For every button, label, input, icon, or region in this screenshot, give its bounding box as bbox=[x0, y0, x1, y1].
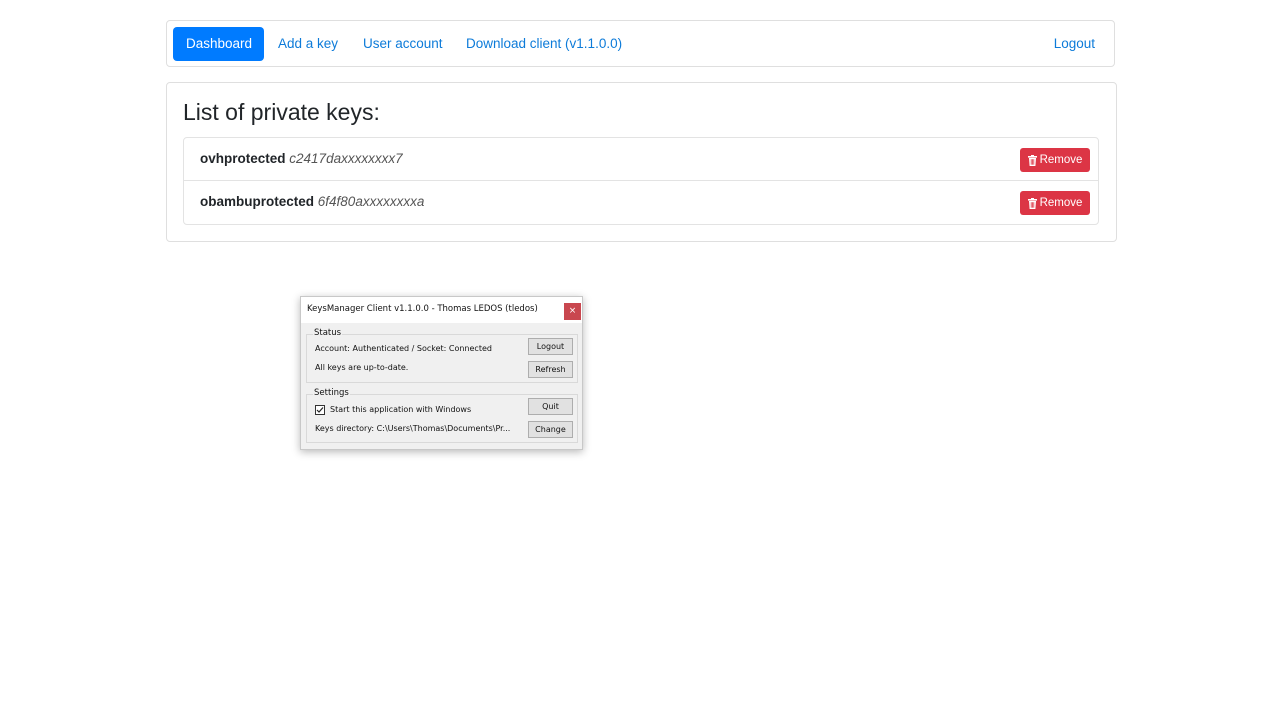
client-window: KeysManager Client v1.1.0.0 - Thomas LED… bbox=[300, 296, 583, 450]
startup-checkbox[interactable] bbox=[315, 405, 325, 415]
trash-icon bbox=[1027, 154, 1037, 166]
client-window-title: KeysManager Client v1.1.0.0 - Thomas LED… bbox=[307, 304, 538, 314]
nav-download-client[interactable]: Download client (v1.1.0.0) bbox=[453, 27, 635, 61]
remove-label: Remove bbox=[1039, 154, 1083, 166]
keys-list: ovhprotected c2417daxxxxxxxx7 Remove oba… bbox=[183, 137, 1099, 225]
status-groupbox: Status Account: Authenticated / Socket: … bbox=[306, 328, 578, 383]
settings-legend: Settings bbox=[313, 388, 350, 398]
nav-add-key[interactable]: Add a key bbox=[265, 27, 351, 61]
refresh-button[interactable]: Refresh bbox=[528, 361, 573, 378]
keys-status-text: All keys are up-to-date. bbox=[315, 363, 409, 372]
remove-key-button[interactable]: Remove bbox=[1020, 148, 1090, 172]
close-icon[interactable]: × bbox=[564, 303, 581, 320]
key-row: obambuprotected 6f4f80axxxxxxxxa Remove bbox=[184, 181, 1098, 224]
connection-status-text: Account: Authenticated / Socket: Connect… bbox=[315, 344, 492, 353]
startup-label[interactable]: Start this application with Windows bbox=[330, 405, 471, 414]
key-id: 6f4f80axxxxxxxxa bbox=[317, 194, 425, 209]
change-directory-button[interactable]: Change bbox=[528, 421, 573, 438]
remove-label: Remove bbox=[1039, 197, 1083, 209]
keys-card: List of private keys: ovhprotected c2417… bbox=[166, 82, 1117, 242]
key-row: ovhprotected c2417daxxxxxxxx7 Remove bbox=[184, 138, 1098, 181]
remove-key-button[interactable]: Remove bbox=[1020, 191, 1090, 215]
nav-user-account[interactable]: User account bbox=[350, 27, 456, 61]
nav-dashboard[interactable]: Dashboard bbox=[173, 27, 264, 61]
keys-directory-text: Keys directory: C:\Users\Thomas\Document… bbox=[315, 424, 511, 433]
settings-groupbox: Settings Start this application with Win… bbox=[306, 388, 578, 443]
key-name: ovhprotected bbox=[200, 151, 286, 166]
top-navbar: Dashboard Add a key User account Downloa… bbox=[166, 20, 1115, 67]
quit-button[interactable]: Quit bbox=[528, 398, 573, 415]
key-entry: obambuprotected 6f4f80axxxxxxxxa bbox=[200, 194, 424, 209]
key-id: c2417daxxxxxxxx7 bbox=[289, 151, 403, 166]
page-title: List of private keys: bbox=[183, 99, 380, 125]
key-name: obambuprotected bbox=[200, 194, 315, 209]
client-logout-button[interactable]: Logout bbox=[528, 338, 573, 355]
checkmark-icon bbox=[316, 407, 324, 413]
trash-icon bbox=[1027, 197, 1037, 209]
client-window-titlebar: KeysManager Client v1.1.0.0 - Thomas LED… bbox=[301, 297, 582, 323]
nav-logout[interactable]: Logout bbox=[1041, 27, 1108, 61]
status-legend: Status bbox=[313, 328, 343, 338]
key-entry: ovhprotected c2417daxxxxxxxx7 bbox=[200, 151, 403, 166]
